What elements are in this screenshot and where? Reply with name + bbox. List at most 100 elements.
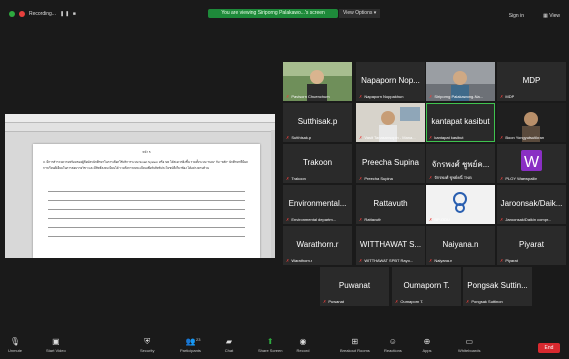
page-paragraph: 3. มีการสำรวจความพร้อมของผู้ถือบัตรนักศึ… bbox=[43, 160, 248, 170]
participant-name: Preecha Supina bbox=[364, 176, 393, 181]
participant-name: Boon Yongyutsutikran bbox=[505, 135, 545, 140]
participant-name: Environmental departm... bbox=[291, 217, 337, 222]
sign-in-link[interactable]: Sign in bbox=[509, 13, 524, 19]
view-button[interactable]: ▦ View bbox=[543, 13, 560, 19]
participant-tile[interactable]: WITTHAWAT S... ✗ WITTHAWAT SPBT Rayo... bbox=[356, 226, 425, 265]
mic-muted-icon: 🎙 bbox=[9, 337, 21, 346]
participant-name-label: ✗ จักรพงศ์ ชูพย์คนิ์ TNB bbox=[429, 174, 472, 181]
participant-tile[interactable]: ✗ Boon Yongyutsutikran bbox=[497, 103, 566, 142]
participant-tile[interactable]: Trakoon ✗ Trakoon bbox=[283, 144, 352, 183]
participant-name: Warathorn.r bbox=[291, 258, 313, 263]
mic-muted-icon: ✗ bbox=[500, 217, 504, 222]
mic-muted-icon: ✗ bbox=[359, 94, 363, 99]
participant-name-label: ✗ Piyarat bbox=[500, 258, 518, 263]
mic-muted-icon: ✗ bbox=[286, 94, 290, 99]
share-screen-icon: ⬆ bbox=[266, 337, 274, 346]
shield-icon: ⛨ bbox=[144, 337, 151, 346]
whiteboards-button[interactable]: ▭ Whiteboards bbox=[458, 337, 480, 353]
participant-name-label: ✗ Boon Yongyutsutikran bbox=[500, 135, 544, 140]
participant-name-label: ✗ Rattavuth bbox=[359, 217, 381, 222]
participant-tile[interactable]: MDP ✗ MDP bbox=[497, 62, 566, 101]
mic-muted-icon: ✗ bbox=[286, 217, 290, 222]
participant-tile[interactable]: ✗ BP-ODU bbox=[426, 185, 495, 224]
participant-name-label: ✗ Warathorn.r bbox=[286, 258, 312, 263]
mic-muted-icon: ✗ bbox=[500, 94, 504, 99]
participant-display-name: kantapat kasibut bbox=[431, 117, 490, 126]
participant-tile[interactable]: ✗ Siriporng Palakawong-Na... bbox=[426, 62, 495, 101]
mic-muted-icon: ✗ bbox=[359, 176, 363, 181]
participant-name: Vasit Tanasansopin - Mana... bbox=[364, 135, 416, 140]
participant-display-name: Warathorn.r bbox=[296, 240, 339, 249]
participant-tile[interactable]: Preecha Supina ✗ Preecha Supina bbox=[356, 144, 425, 183]
mic-muted-icon: ✗ bbox=[395, 299, 399, 304]
control-label: Apps bbox=[422, 348, 432, 353]
reactions-button[interactable]: ☺ Reactions bbox=[384, 337, 402, 353]
mic-muted-icon: ✗ bbox=[429, 258, 433, 263]
participant-tile[interactable]: Warathorn.r ✗ Warathorn.r bbox=[283, 226, 352, 265]
participant-name: จักรพงศ์ ชูพย์คนิ์ TNB bbox=[434, 175, 472, 180]
participant-tile[interactable]: Environmental... ✗ Environmental departm..… bbox=[283, 185, 352, 224]
participant-tile[interactable]: kantapat kasibut ✗ kantapat kasibut bbox=[426, 103, 495, 142]
mic-muted-icon: ✗ bbox=[429, 135, 433, 140]
form-line bbox=[48, 218, 245, 219]
control-label: Participants bbox=[180, 348, 201, 353]
participant-tile[interactable]: จักรพงศ์ ชูพย์ค... ✗ จักรพงศ์ ชูพย์คนิ์ TN… bbox=[426, 144, 495, 183]
participant-tile[interactable]: Puwanat ✗ Puwanat bbox=[320, 267, 389, 306]
participant-name: Pavisorn Chuenchum bbox=[291, 94, 330, 99]
control-label: Reactions bbox=[384, 348, 402, 353]
participant-name-label: ✗ Oumaporn T. bbox=[395, 299, 423, 304]
mic-muted-icon: ✗ bbox=[286, 176, 290, 181]
participant-name: WITTHAWAT SPBT Rayo... bbox=[364, 258, 414, 263]
form-line bbox=[48, 227, 245, 228]
view-label: View bbox=[549, 13, 560, 19]
participant-name-label: ✗ PLOY Waewpallin bbox=[500, 176, 537, 181]
participant-tile[interactable]: Piyarat ✗ Piyarat bbox=[497, 226, 566, 265]
participant-name: Naiyana.n bbox=[434, 258, 453, 263]
view-options-button[interactable]: View Options ▾ bbox=[339, 9, 381, 18]
participant-tile[interactable]: Pongsak Suttin... ✗ Pongsak Suttinon bbox=[463, 267, 532, 306]
start-video-button[interactable]: ▣ Start Video bbox=[46, 337, 66, 353]
end-button[interactable]: End bbox=[538, 343, 560, 353]
chevron-down-icon: ▾ bbox=[373, 10, 377, 16]
participant-tile[interactable]: ✗ Pavisorn Chuenchum bbox=[283, 62, 352, 101]
record-button[interactable]: ◉ Record bbox=[296, 337, 310, 353]
security-button[interactable]: ⛨ Security bbox=[140, 337, 154, 353]
participant-tile[interactable]: Naiyana.n ✗ Naiyana.n bbox=[426, 226, 495, 265]
viewing-banner: You are viewing Siriporng Palakawo...'s … bbox=[208, 9, 338, 18]
participant-display-name: Preecha Supina bbox=[362, 158, 419, 167]
participant-tile[interactable]: W ✗ PLOY Waewpallin bbox=[497, 144, 566, 183]
control-label: Share Screen bbox=[258, 348, 283, 353]
security-shield-icon bbox=[9, 11, 15, 17]
control-label: Start Video bbox=[46, 348, 66, 353]
participant-tile[interactable]: Oumaporn T. ✗ Oumaporn T. bbox=[392, 267, 461, 306]
participant-name-label: ✗ Siriporng Palakawong-Na... bbox=[429, 94, 483, 99]
chat-button[interactable]: ▰ Chat bbox=[222, 337, 236, 353]
breakout-rooms-button[interactable]: ⊞ Breakout Rooms bbox=[340, 337, 370, 353]
reactions-icon: ☺ bbox=[388, 337, 397, 346]
unmute-button[interactable]: 🎙 Unmute bbox=[8, 337, 22, 353]
participant-tile[interactable]: Rattavuth ✗ Rattavuth bbox=[356, 185, 425, 224]
recording-indicator[interactable]: Recording... ❚❚ ■ bbox=[9, 11, 77, 17]
participant-name-label: ✗ Puwanat bbox=[323, 299, 344, 304]
participant-display-name: Pongsak Suttin... bbox=[467, 281, 528, 290]
participant-display-name: Rattavuth bbox=[373, 199, 408, 208]
share-screen-button[interactable]: ⬆ Share Screen bbox=[258, 337, 282, 353]
pause-recording-icon[interactable]: ❚❚ ■ bbox=[60, 11, 77, 17]
mic-muted-icon: ✗ bbox=[500, 135, 504, 140]
participant-name: PLOY Waewpallin bbox=[505, 176, 538, 181]
participants-button[interactable]: 👥 23 Participants bbox=[180, 337, 201, 353]
video-off-icon: ▣ bbox=[52, 337, 60, 346]
apps-button[interactable]: ⊕ Apps bbox=[420, 337, 434, 353]
shared-screen[interactable]: หน้า 5 3. มีการสำรวจความพร้อมของผู้ถือบั… bbox=[5, 114, 275, 258]
mic-muted-icon: ✗ bbox=[359, 135, 363, 140]
participant-tile[interactable]: Jaroonsak/Daik... ✗ Jaroonsak/Daikin compr… bbox=[497, 185, 566, 224]
form-line bbox=[48, 191, 245, 192]
breakout-icon: ⊞ bbox=[351, 337, 359, 346]
participant-tile[interactable]: Sutthisak.p ✗ Sutthisak.p bbox=[283, 103, 352, 142]
participant-display-name: Environmental... bbox=[288, 199, 347, 208]
mic-muted-icon: ✗ bbox=[359, 217, 363, 222]
whiteboard-icon: ▭ bbox=[465, 337, 474, 346]
participant-tile[interactable]: ✗ Vasit Tanasansopin - Mana... bbox=[356, 103, 425, 142]
participant-tile[interactable]: Napaporn Nop... ✗ Napaporn Noppakhun bbox=[356, 62, 425, 101]
participant-display-name: Oumaporn T. bbox=[403, 281, 450, 290]
